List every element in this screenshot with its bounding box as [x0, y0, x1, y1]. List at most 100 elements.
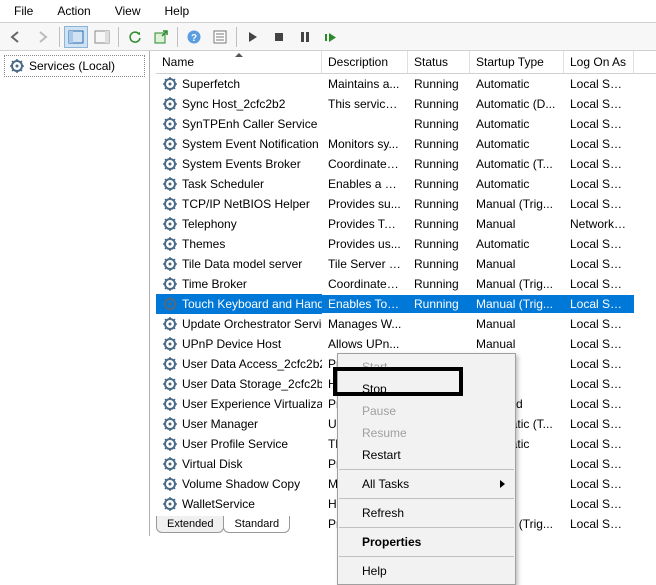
cell-status: Running	[408, 255, 470, 273]
context-all-tasks[interactable]: All Tasks	[338, 473, 515, 495]
gear-icon	[162, 96, 178, 112]
header-status[interactable]: Status	[408, 51, 470, 73]
main-area: Services (Local) Name Description Status…	[0, 51, 656, 536]
cell-status: Running	[408, 215, 470, 233]
cell-name: Virtual Disk	[156, 454, 322, 474]
table-row[interactable]: SuperfetchMaintains a...RunningAutomatic…	[156, 74, 656, 94]
cell-logon: Local Syste...	[564, 175, 634, 193]
cell-status	[408, 322, 470, 326]
table-row[interactable]: Task SchedulerEnables a us...RunningAuto…	[156, 174, 656, 194]
context-menu: Start Stop Pause Resume Restart All Task…	[337, 353, 516, 585]
menu-view[interactable]: View	[105, 2, 151, 20]
column-headers: Name Description Status Startup Type Log…	[156, 51, 656, 74]
cell-status: Running	[408, 155, 470, 173]
cell-description: Manages W...	[322, 315, 408, 333]
cell-startup: Automatic (D...	[470, 95, 564, 113]
cell-startup: Automatic	[470, 115, 564, 133]
cell-startup: Manual (Trig...	[470, 275, 564, 293]
gear-icon	[162, 256, 178, 272]
table-row[interactable]: System Events BrokerCoordinates...Runnin…	[156, 154, 656, 174]
stop-service-button[interactable]	[267, 26, 291, 48]
cell-status: Running	[408, 195, 470, 213]
cell-logon: Local Syste...	[564, 135, 634, 153]
tree-services-local[interactable]: Services (Local)	[4, 55, 145, 77]
gear-icon	[162, 456, 178, 472]
context-properties[interactable]: Properties	[338, 531, 515, 553]
cell-status: Running	[408, 115, 470, 133]
cell-name: System Event Notification S...	[156, 134, 322, 154]
context-restart[interactable]: Restart	[338, 444, 515, 466]
table-row[interactable]: Tile Data model serverTile Server f...Ru…	[156, 254, 656, 274]
restart-service-button[interactable]	[319, 26, 343, 48]
cell-logon: Local Syste...	[564, 295, 634, 313]
context-refresh[interactable]: Refresh	[338, 502, 515, 524]
table-row[interactable]: SynTPEnh Caller ServiceRunningAutomaticL…	[156, 114, 656, 134]
header-startup[interactable]: Startup Type	[470, 51, 564, 73]
cell-name: User Data Access_2cfc2b2	[156, 354, 322, 374]
menubar: File Action View Help	[0, 0, 656, 23]
cell-startup: Automatic	[470, 135, 564, 153]
context-stop[interactable]: Stop	[338, 378, 515, 400]
toolbar: ?	[0, 23, 656, 51]
cell-name: Task Scheduler	[156, 174, 322, 194]
bottom-tabs: Extended Standard	[150, 516, 289, 536]
start-service-button[interactable]	[241, 26, 265, 48]
cell-status: Running	[408, 95, 470, 113]
table-row[interactable]: TelephonyProvides Tel...RunningManualNet…	[156, 214, 656, 234]
help-button[interactable]: ?	[182, 26, 206, 48]
cell-logon: Local Syste...	[564, 475, 634, 493]
table-row[interactable]: Sync Host_2cfc2b2This service ...Running…	[156, 94, 656, 114]
cell-logon: Local Service	[564, 515, 634, 533]
context-separator	[339, 556, 514, 557]
header-name[interactable]: Name	[156, 51, 322, 73]
table-row[interactable]: ThemesProvides us...RunningAutomaticLoca…	[156, 234, 656, 254]
cell-description: Enables Tou...	[322, 295, 408, 313]
cell-name: Superfetch	[156, 74, 322, 94]
context-help[interactable]: Help	[338, 560, 515, 582]
properties-button[interactable]	[208, 26, 232, 48]
menu-action[interactable]: Action	[47, 2, 100, 20]
tab-standard[interactable]: Standard	[223, 516, 290, 533]
cell-name: Update Orchestrator Service	[156, 314, 322, 334]
cell-status: Running	[408, 75, 470, 93]
table-row[interactable]: Update Orchestrator ServiceManages W...M…	[156, 314, 656, 334]
tab-extended[interactable]: Extended	[156, 516, 224, 533]
cell-logon: Local Syste...	[564, 155, 634, 173]
tree-label: Services (Local)	[29, 59, 115, 73]
header-logon[interactable]: Log On As	[564, 51, 634, 73]
refresh-button[interactable]	[123, 26, 147, 48]
context-start: Start	[338, 356, 515, 378]
cell-description: Maintains a...	[322, 75, 408, 93]
table-row[interactable]: Time BrokerCoordinates...RunningManual (…	[156, 274, 656, 294]
cell-description: Tile Server f...	[322, 255, 408, 273]
show-hide-tree-button[interactable]	[64, 26, 88, 48]
cell-description: Coordinates...	[322, 275, 408, 293]
pause-service-button[interactable]	[293, 26, 317, 48]
cell-name: Telephony	[156, 214, 322, 234]
menu-file[interactable]: File	[4, 2, 43, 20]
gear-icon	[162, 176, 178, 192]
export-button[interactable]	[149, 26, 173, 48]
table-row[interactable]: UPnP Device HostAllows UPn...ManualLocal…	[156, 334, 656, 354]
table-row[interactable]: Touch Keyboard and Hand...Enables Tou...…	[156, 294, 656, 314]
back-button[interactable]	[5, 26, 29, 48]
cell-name: UPnP Device Host	[156, 334, 322, 354]
cell-logon: Local Syste...	[564, 95, 634, 113]
cell-logon: Local Service	[564, 195, 634, 213]
cell-startup: Manual (Trig...	[470, 195, 564, 213]
cell-logon: Local Syste...	[564, 415, 634, 433]
header-description[interactable]: Description	[322, 51, 408, 73]
show-hide-action-button[interactable]	[90, 26, 114, 48]
table-row[interactable]: System Event Notification S...Monitors s…	[156, 134, 656, 154]
cell-status: Running	[408, 135, 470, 153]
cell-logon: Local Syste...	[564, 235, 634, 253]
gear-icon	[162, 136, 178, 152]
cell-name: Tile Data model server	[156, 254, 322, 274]
menu-help[interactable]: Help	[155, 2, 200, 20]
cell-description: Monitors sy...	[322, 135, 408, 153]
table-row[interactable]: TCP/IP NetBIOS HelperProvides su...Runni…	[156, 194, 656, 214]
cell-logon: Local Service	[564, 275, 634, 293]
cell-description: This service ...	[322, 95, 408, 113]
forward-button[interactable]	[31, 26, 55, 48]
cell-logon: Local Syste...	[564, 375, 634, 393]
